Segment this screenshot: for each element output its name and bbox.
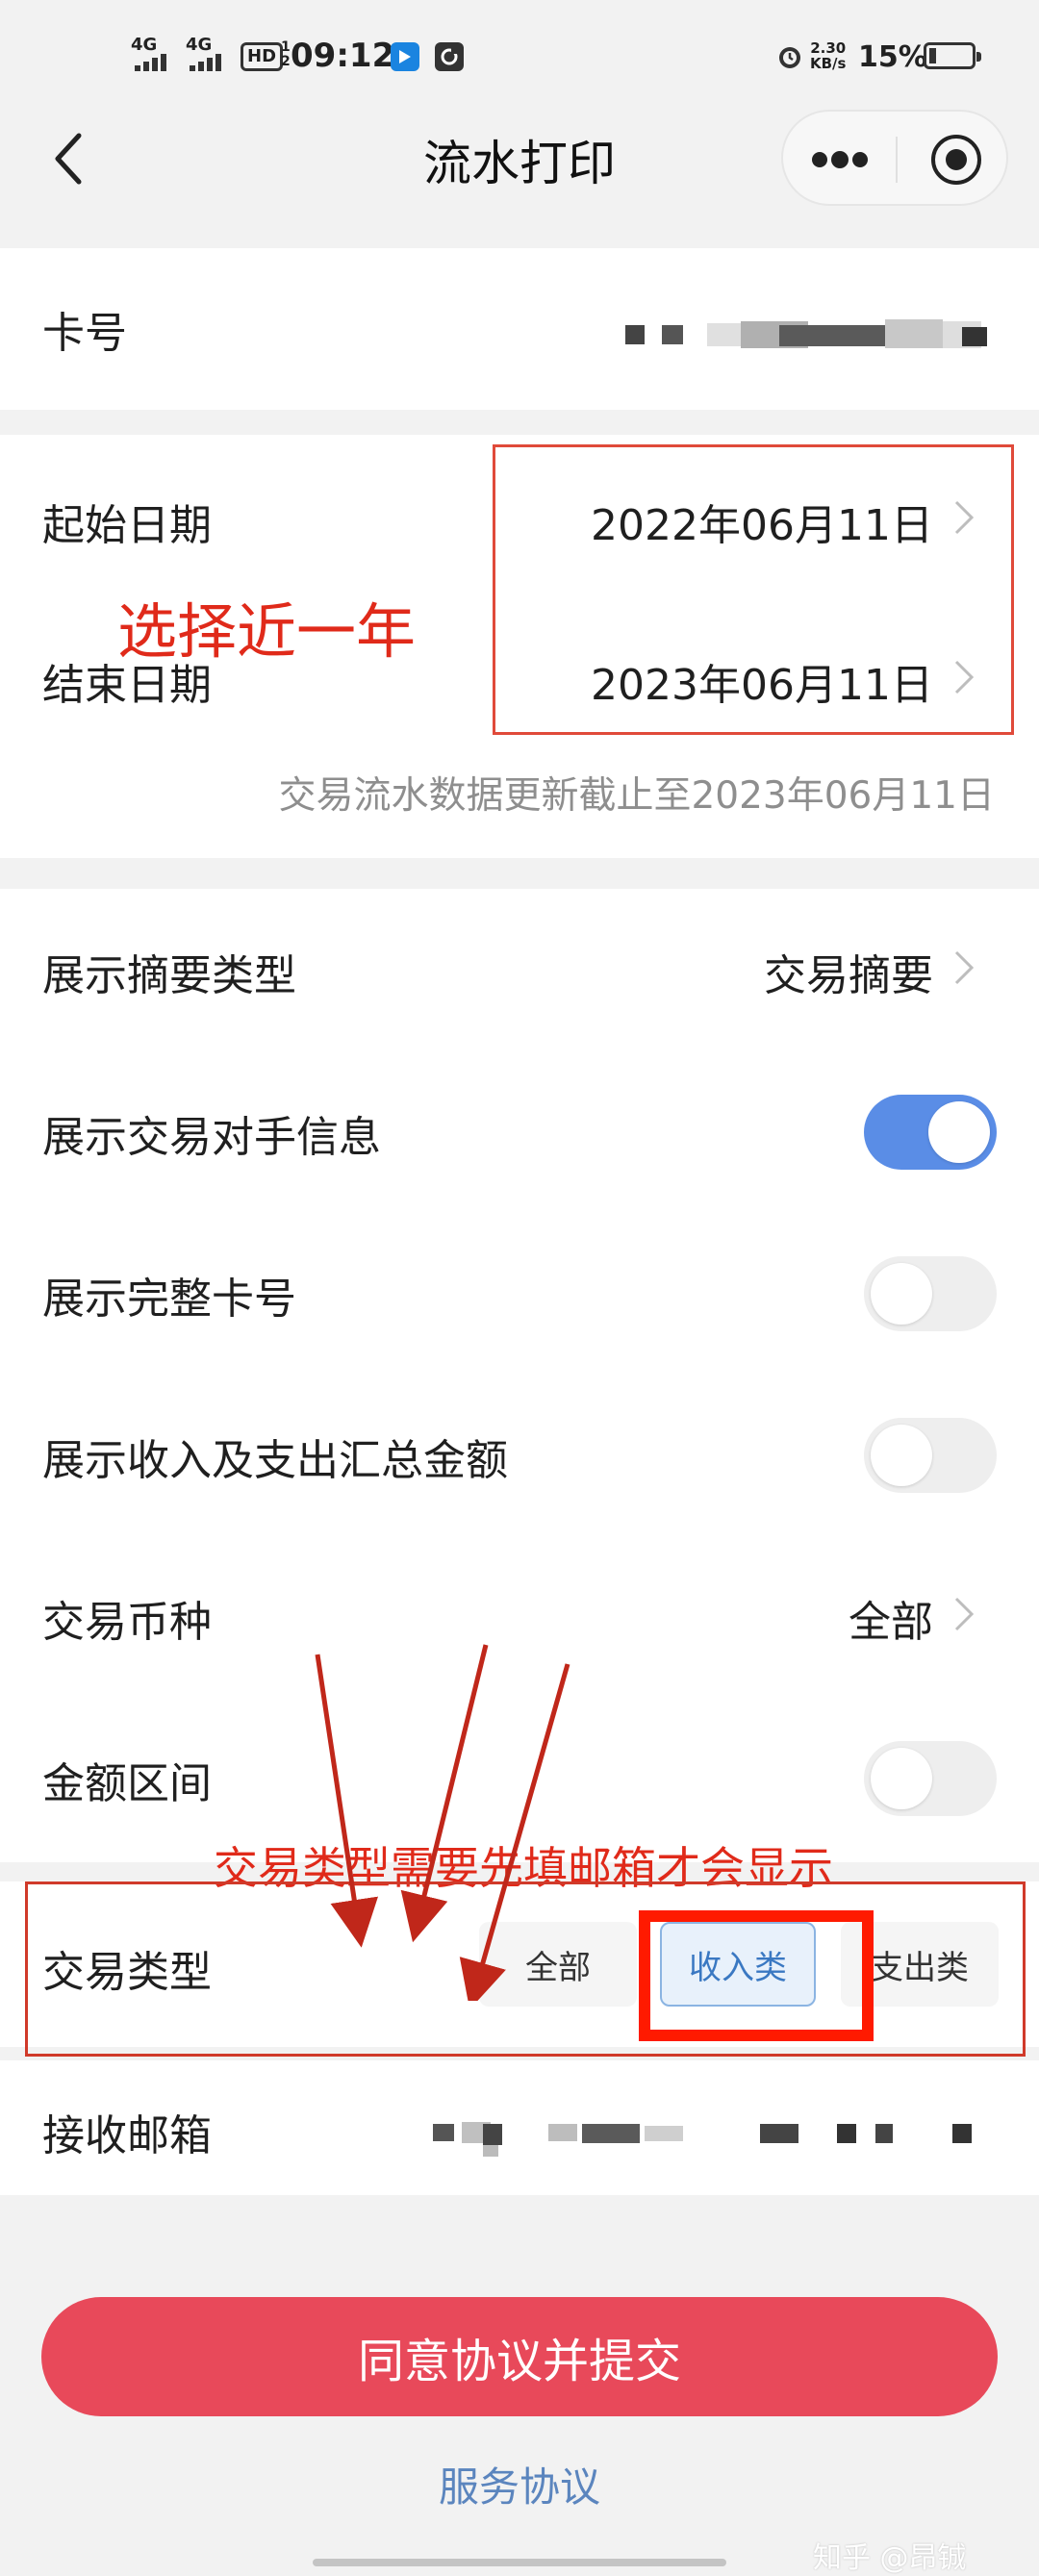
summary-type-value[interactable]: 交易摘要 xyxy=(764,941,933,1002)
sync-icon xyxy=(435,42,464,71)
ellipsis-icon xyxy=(812,151,868,168)
signal-icon-2 xyxy=(190,54,221,71)
battery-icon xyxy=(924,42,981,69)
status-bar: 4G 4G HD 1 2 09:12 2.30 KB/s 15% xyxy=(0,0,1039,115)
network-speed: 2.30 KB/s xyxy=(810,39,847,72)
card-number-section: 卡号 xyxy=(0,248,1039,410)
annotation-arrows xyxy=(315,1644,570,2001)
annotation-income-highlight xyxy=(639,1910,874,2041)
submit-button[interactable]: 同意协议并提交 xyxy=(41,2297,998,2416)
home-indicator[interactable] xyxy=(313,2559,726,2566)
card-number-label: 卡号 xyxy=(42,309,127,358)
annotation-date-box xyxy=(493,444,1014,735)
chevron-right-icon[interactable] xyxy=(952,948,976,987)
summary-type-label: 展示摘要类型 xyxy=(42,951,296,1000)
currency-value[interactable]: 全部 xyxy=(849,1587,933,1649)
close-button[interactable] xyxy=(927,131,985,189)
battery-percent: 15% xyxy=(858,40,927,74)
more-button[interactable] xyxy=(806,137,874,183)
network-type-1: 4G xyxy=(131,35,158,55)
full-card-toggle[interactable] xyxy=(864,1256,997,1331)
email-value-masked[interactable] xyxy=(423,2118,1001,2157)
service-agreement-link[interactable]: 服务协议 xyxy=(0,2455,1039,2513)
chevron-right-icon[interactable] xyxy=(952,1595,976,1633)
signal-icon-1 xyxy=(135,54,166,71)
full-card-label: 展示完整卡号 xyxy=(42,1275,296,1324)
hd-voice-icon: HD xyxy=(241,42,284,71)
annotation-date-hint: 选择近一年 xyxy=(117,596,417,667)
email-section: 接收邮箱 xyxy=(0,2060,1039,2195)
target-icon xyxy=(931,135,981,185)
mini-program-capsule xyxy=(781,110,1008,206)
amount-range-label: 金额区间 xyxy=(42,1759,212,1808)
alarm-icon xyxy=(775,42,804,75)
app-notification-icon xyxy=(391,42,419,71)
network-type-2: 4G xyxy=(186,35,213,55)
counterparty-label: 展示交易对手信息 xyxy=(42,1113,381,1162)
card-number-value-masked xyxy=(616,317,1001,354)
currency-label: 交易币种 xyxy=(42,1598,212,1647)
counterparty-toggle[interactable] xyxy=(864,1095,997,1170)
totals-toggle[interactable] xyxy=(864,1418,997,1493)
totals-label: 展示收入及支出汇总金额 xyxy=(42,1436,508,1485)
data-update-note: 交易流水数据更新截止至2023年06月11日 xyxy=(278,774,995,818)
watermark: 知乎 @昂铖 xyxy=(813,2541,967,2575)
email-label: 接收邮箱 xyxy=(42,2111,212,2160)
clock: 09:12 xyxy=(291,37,395,75)
start-date-label: 起始日期 xyxy=(42,501,212,550)
amount-range-toggle[interactable] xyxy=(864,1741,997,1816)
